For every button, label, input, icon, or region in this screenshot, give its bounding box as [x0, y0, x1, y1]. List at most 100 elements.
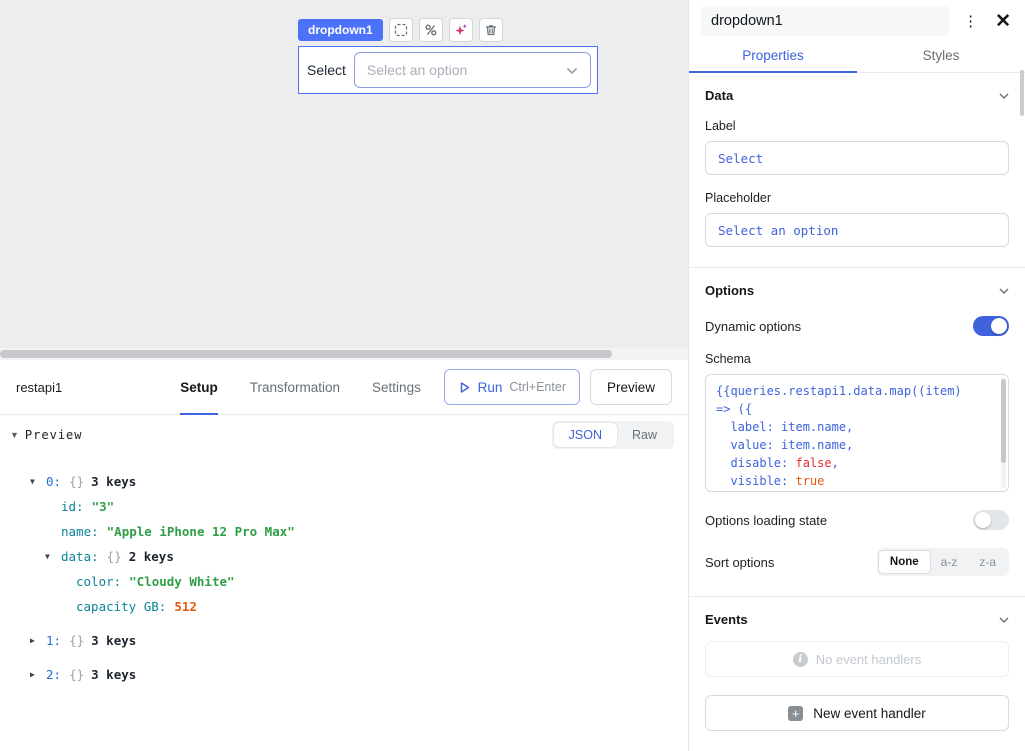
dropdown-placeholder-text: Select an option [367, 62, 467, 78]
collapse-caret-icon[interactable]: ▼ [10, 430, 19, 440]
tree-key: 0: [46, 474, 61, 489]
label-caption: Label [705, 119, 1009, 133]
events-section: Events i No event handlers + New event h… [689, 597, 1025, 751]
options-section-header[interactable]: Options [705, 283, 1009, 298]
new-event-handler-label: New event handler [813, 706, 926, 721]
scrollbar-thumb[interactable] [0, 350, 612, 358]
tree-toggle-icon[interactable]: ▼ [45, 552, 61, 561]
options-section-title: Options [705, 283, 754, 298]
tree-toggle-icon[interactable]: ▶ [30, 636, 46, 645]
tree-key-count: 3 keys [91, 474, 136, 489]
schema-label: Schema [705, 352, 1009, 366]
delete-widget-button[interactable] [479, 18, 503, 42]
toggle-knob [975, 512, 991, 528]
more-options-icon[interactable]: ⋮ [960, 12, 981, 30]
object-brace-icon: {} [69, 667, 84, 682]
label-input[interactable]: Select [705, 141, 1009, 175]
inspector-scrollbar[interactable] [1020, 70, 1024, 116]
dropdown-widget[interactable]: Select Select an option [298, 46, 598, 94]
tree-value: "Apple iPhone 12 Pro Max" [107, 524, 295, 539]
schema-code-content: {{queries.restapi1.data.map((item)=> ({ … [716, 382, 994, 490]
json-tree-row[interactable]: ▼0:{}3 keys [16, 469, 672, 494]
json-tree-row[interactable]: ▼data:{}2 keys [16, 544, 672, 569]
ai-assistant-button[interactable] [449, 18, 473, 42]
preview-section-bar: ▼ Preview JSON Raw [0, 415, 688, 455]
preview-mode-toggle: JSON Raw [552, 421, 674, 449]
dynamic-options-toggle[interactable] [973, 316, 1009, 336]
cut-widget-button[interactable] [419, 18, 443, 42]
inspector-header: dropdown1 ⋮ ✕ [689, 0, 1025, 42]
json-tree-row: name:"Apple iPhone 12 Pro Max" [16, 519, 672, 544]
sort-options-segmented: None a-z z-a [877, 548, 1009, 576]
tab-styles[interactable]: Styles [857, 42, 1025, 72]
close-icon[interactable]: ✕ [991, 10, 1015, 33]
preview-query-button[interactable]: Preview [590, 369, 672, 405]
tree-key: capacity GB: [76, 599, 166, 614]
run-query-button[interactable]: Run Ctrl+Enter [444, 369, 580, 405]
data-section-title: Data [705, 88, 733, 103]
tree-toggle-icon[interactable]: ▼ [30, 477, 46, 486]
placeholder-input[interactable]: Select an option [705, 213, 1009, 247]
plus-icon: + [788, 706, 803, 721]
code-scrollbar-thumb[interactable] [1001, 379, 1006, 463]
dropdown-widget-label: Select [307, 62, 346, 78]
options-loading-label: Options loading state [705, 513, 827, 528]
events-section-header[interactable]: Events [705, 612, 1009, 627]
inspector-tabs: Properties Styles [689, 42, 1025, 73]
options-loading-toggle[interactable] [973, 510, 1009, 530]
data-section-header[interactable]: Data [705, 88, 1009, 103]
query-panel: restapi1 Setup Transformation Settings R… [0, 360, 688, 751]
sort-za-option[interactable]: z-a [968, 550, 1007, 574]
sort-az-option[interactable]: a-z [930, 550, 969, 574]
object-brace-icon: {} [69, 633, 84, 648]
toggle-knob [991, 318, 1007, 334]
query-name[interactable]: restapi1 [16, 380, 62, 395]
code-line: => ({ [716, 400, 994, 418]
json-tree-row[interactable]: ▶1:{}3 keys [16, 628, 672, 653]
play-icon [458, 381, 471, 394]
tab-setup[interactable]: Setup [180, 360, 218, 414]
dynamic-options-label: Dynamic options [705, 319, 801, 334]
tree-key: id: [61, 499, 84, 514]
editor-canvas[interactable]: dropdown1 Select Select an option [0, 0, 688, 348]
json-tree-row: capacity GB:512 [16, 594, 672, 619]
tree-key: 2: [46, 667, 61, 682]
widget-name-badge[interactable]: dropdown1 [298, 19, 383, 41]
inspector-panel: dropdown1 ⋮ ✕ Properties Styles Data Lab… [688, 0, 1025, 751]
tab-settings[interactable]: Settings [372, 360, 421, 414]
sort-options-row: Sort options None a-z z-a [705, 548, 1009, 576]
placeholder-caption: Placeholder [705, 191, 1009, 205]
query-actions: Run Ctrl+Enter Preview [444, 369, 672, 405]
widget-name-input[interactable]: dropdown1 [701, 6, 950, 36]
mode-raw[interactable]: Raw [617, 423, 672, 447]
sort-options-label: Sort options [705, 555, 774, 570]
dropdown-widget-select[interactable]: Select an option [354, 52, 591, 88]
tree-key-count: 3 keys [91, 633, 136, 648]
chevron-down-icon[interactable] [999, 617, 1009, 623]
options-loading-row: Options loading state [705, 510, 1009, 530]
code-line: {{queries.restapi1.data.map((item) [716, 382, 994, 400]
dynamic-options-row: Dynamic options [705, 316, 1009, 336]
mode-json[interactable]: JSON [554, 423, 617, 447]
preview-section-title: Preview [25, 428, 83, 442]
app-window: dropdown1 Select Select an option [0, 0, 1025, 751]
json-tree-row: id:"3" [16, 494, 672, 519]
tree-value: "Cloudy White" [129, 574, 234, 589]
chevron-down-icon[interactable] [999, 288, 1009, 294]
trash-icon [484, 23, 498, 37]
tree-toggle-icon[interactable]: ▶ [30, 670, 46, 679]
run-label: Run [478, 380, 503, 395]
canvas-horizontal-scrollbar[interactable] [0, 348, 688, 360]
tab-transformation[interactable]: Transformation [250, 360, 340, 414]
chevron-down-icon[interactable] [999, 93, 1009, 99]
json-tree-row[interactable]: ▶2:{}3 keys [16, 662, 672, 687]
code-line: label: item.name, [716, 418, 994, 436]
schema-code-editor[interactable]: {{queries.restapi1.data.map((item)=> ({ … [705, 374, 1009, 492]
select-parent-button[interactable] [389, 18, 413, 42]
json-tree: ▼0:{}3 keysid:"3"name:"Apple iPhone 12 P… [0, 455, 688, 687]
json-tree-row: color:"Cloudy White" [16, 569, 672, 594]
sort-none-option[interactable]: None [879, 551, 930, 573]
tree-key-count: 2 keys [129, 549, 174, 564]
new-event-handler-button[interactable]: + New event handler [705, 695, 1009, 731]
tab-properties[interactable]: Properties [689, 42, 857, 72]
